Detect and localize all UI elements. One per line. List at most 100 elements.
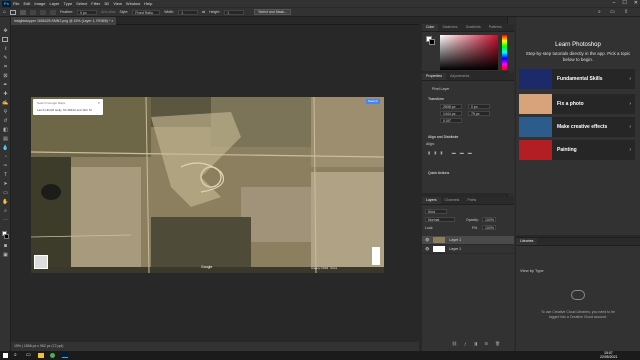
hand-tool-icon[interactable]: ✋: [2, 199, 9, 206]
swap-icon[interactable]: ⇄: [202, 10, 205, 14]
intersect-selection-icon[interactable]: [50, 9, 57, 15]
height-input[interactable]: 1: [224, 9, 245, 15]
close-button[interactable]: ✕: [634, 0, 638, 6]
path-select-tool-icon[interactable]: ➤: [2, 181, 9, 188]
select-and-mask-button[interactable]: Select and Mask...: [254, 9, 291, 15]
map-layers-thumb[interactable]: [34, 255, 48, 269]
tab-swatches[interactable]: Swatches: [438, 24, 461, 31]
tab-properties[interactable]: Properties: [422, 73, 446, 80]
map-search-box[interactable]: Search Google Maps Larch Hill Rd Holly, …: [33, 99, 103, 115]
layer-name[interactable]: Layer 1: [449, 238, 461, 242]
tab-patterns[interactable]: Patterns: [485, 24, 506, 31]
pen-tool-icon[interactable]: ✑: [2, 163, 9, 170]
move-tool-icon[interactable]: ✥: [2, 28, 9, 35]
height-field[interactable]: 1444 px: [440, 111, 462, 116]
frame-tool-icon[interactable]: ⊠: [2, 73, 9, 80]
mask-icon[interactable]: ◨: [474, 341, 481, 346]
search-taskbar-icon[interactable]: ⌕: [14, 352, 17, 358]
marquee-tool-icon[interactable]: [2, 37, 8, 42]
background-color-swatch[interactable]: [4, 234, 9, 239]
layer-row[interactable]: 👁 Layer 1: [422, 245, 514, 254]
color-field[interactable]: [440, 35, 498, 70]
angle-field[interactable]: 0.00°: [440, 118, 462, 123]
lasso-tool-icon[interactable]: ℓ: [2, 46, 9, 53]
start-icon[interactable]: [3, 353, 8, 358]
map-search-button[interactable]: Search: [366, 99, 380, 104]
new-layer-icon[interactable]: ⊞: [484, 341, 490, 346]
quick-actions-heading[interactable]: Quick Actions: [428, 171, 449, 175]
bg-color-swatch[interactable]: [429, 39, 435, 45]
learn-card-fundamental-skills[interactable]: Fundamental Skills ›: [519, 69, 635, 89]
maximize-button[interactable]: ☐: [622, 0, 626, 6]
menu-file[interactable]: File: [13, 1, 19, 6]
tab-layers[interactable]: Layers: [422, 197, 441, 204]
brush-tool-icon[interactable]: ✍: [2, 100, 9, 107]
rectangle-tool-icon[interactable]: ▭: [2, 190, 9, 197]
new-selection-icon[interactable]: [20, 9, 27, 15]
quick-select-tool-icon[interactable]: ✎: [2, 55, 9, 62]
dodge-tool-icon[interactable]: ◔: [2, 154, 9, 161]
task-view-icon[interactable]: ▭: [26, 352, 31, 358]
width-input[interactable]: 1: [178, 9, 199, 15]
document-tab[interactable]: Insightstopper 1656425.SMN2.png @ 15% (L…: [11, 17, 117, 25]
tab-paths[interactable]: Paths: [463, 197, 480, 204]
menu-3d[interactable]: 3D: [104, 1, 109, 6]
anti-alias-checkbox[interactable]: Anti-alias: [101, 10, 115, 14]
visibility-icon[interactable]: 👁: [425, 238, 429, 242]
menu-select[interactable]: Select: [76, 1, 87, 6]
tab-gradients[interactable]: Gradients: [462, 24, 485, 31]
gradient-tool-icon[interactable]: ▤: [2, 136, 9, 143]
layer-row[interactable]: 👁 Layer 1: [422, 236, 514, 245]
marquee-tool-icon[interactable]: [10, 9, 17, 15]
map-search-input[interactable]: Search Google Maps: [37, 101, 65, 105]
more-tools-icon[interactable]: ⋯: [2, 217, 9, 224]
chrome-icon[interactable]: [50, 353, 55, 358]
layer-name[interactable]: Layer 1: [449, 247, 461, 251]
minimize-button[interactable]: –: [613, 0, 616, 6]
canvas-area[interactable]: Search Google Maps Larch Hill Rd Holly, …: [11, 25, 419, 342]
menu-window[interactable]: Window: [126, 1, 140, 6]
learn-card-fix-photo[interactable]: Fix a photo ›: [519, 94, 635, 114]
menu-type[interactable]: Type: [64, 1, 73, 6]
tab-color[interactable]: Color: [422, 24, 439, 31]
learn-card-creative-effects[interactable]: Make creative effects ›: [519, 117, 635, 137]
zoom-tool-icon[interactable]: ⌕: [2, 208, 9, 215]
workspace-icon[interactable]: ▭: [610, 9, 615, 15]
screen-mode-icon[interactable]: ▣: [2, 252, 9, 259]
tab-channels[interactable]: Channels: [441, 197, 464, 204]
history-brush-tool-icon[interactable]: ↺: [2, 118, 9, 125]
opacity-input[interactable]: 100%: [482, 217, 496, 222]
crop-tool-icon[interactable]: ⌗: [2, 64, 9, 71]
transform-heading[interactable]: Transform: [428, 97, 444, 101]
map-zoom-controls[interactable]: [372, 247, 380, 265]
search-icon[interactable]: ⌕: [598, 9, 601, 15]
explorer-icon[interactable]: [38, 353, 44, 358]
align-distribute-heading[interactable]: Align and Distribute: [428, 135, 458, 139]
close-tab-icon[interactable]: ×: [111, 19, 113, 23]
fill-input[interactable]: 100%: [482, 225, 496, 230]
quick-mask-icon[interactable]: ◙: [2, 243, 9, 250]
tab-adjustments[interactable]: Adjustments: [446, 73, 473, 80]
eraser-tool-icon[interactable]: ◧: [2, 127, 9, 134]
link-layers-icon[interactable]: ⛓: [452, 341, 460, 346]
learn-card-painting[interactable]: Painting ›: [519, 140, 635, 160]
menu-view[interactable]: View: [113, 1, 122, 6]
layer-kind-filter[interactable]: Kind: [425, 209, 447, 214]
menu-help[interactable]: Help: [144, 1, 152, 6]
blur-tool-icon[interactable]: 💧: [2, 145, 9, 152]
map-search-icon[interactable]: ⌕: [98, 100, 100, 105]
healing-brush-tool-icon[interactable]: ✚: [2, 91, 9, 98]
fx-icon[interactable]: ƒ: [464, 341, 469, 346]
eyedropper-tool-icon[interactable]: ✒: [2, 82, 9, 89]
map-search-suggestion[interactable]: Larch Hill Rd Holly, MI 48442 and 11th S…: [37, 108, 92, 112]
hue-slider[interactable]: [502, 35, 507, 70]
subtract-selection-icon[interactable]: [40, 9, 47, 15]
blend-mode-select[interactable]: Normal: [425, 217, 455, 222]
view-by-select[interactable]: View by Type: [520, 268, 544, 273]
align-buttons[interactable]: ▮▮▮ ▬▬▬: [428, 150, 476, 155]
home-icon[interactable]: ⌂: [3, 9, 6, 15]
menu-filter[interactable]: Filter: [91, 1, 100, 6]
style-select[interactable]: Fixed Ratio: [132, 9, 161, 15]
photoshop-taskbar-icon[interactable]: [62, 352, 68, 358]
x-field[interactable]: 0 px: [468, 104, 490, 109]
